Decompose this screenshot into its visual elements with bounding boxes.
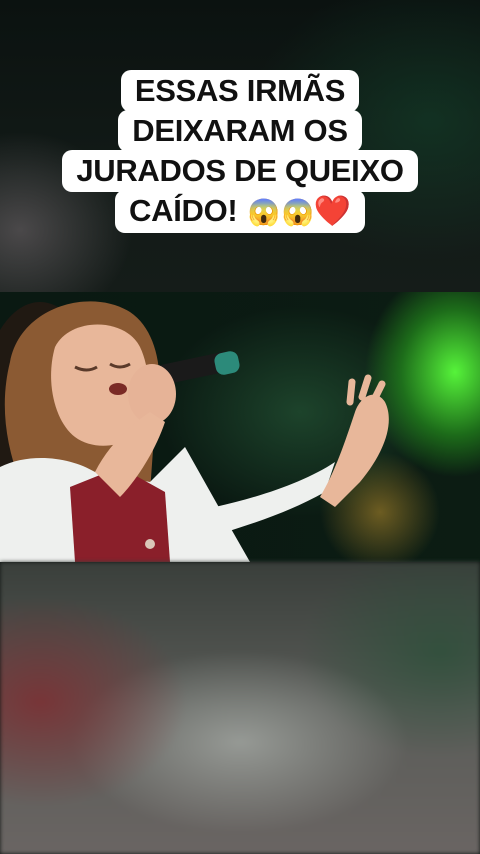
caption-line-1: ESSAS IRMÃS bbox=[120, 70, 360, 112]
video-player[interactable] bbox=[0, 292, 480, 562]
scream-emoji-icon: 😱 bbox=[281, 197, 314, 227]
singer-video-frame bbox=[0, 301, 389, 562]
video-caption: ESSAS IRMÃS DEIXARAM OS JURADOS DE QUEIX… bbox=[40, 70, 440, 233]
caption-line-4: CAÍDO! 😱😱❤️ bbox=[115, 190, 365, 233]
blurred-background-bottom bbox=[0, 562, 480, 854]
scream-emoji-icon: 😱 bbox=[247, 197, 280, 227]
caption-line-3: JURADOS DE QUEIXO bbox=[62, 150, 418, 192]
caption-line-4-text: CAÍDO! bbox=[129, 193, 238, 228]
caption-line-2: DEIXARAM OS bbox=[118, 110, 362, 152]
heart-emoji-icon: ❤️ bbox=[313, 195, 351, 228]
